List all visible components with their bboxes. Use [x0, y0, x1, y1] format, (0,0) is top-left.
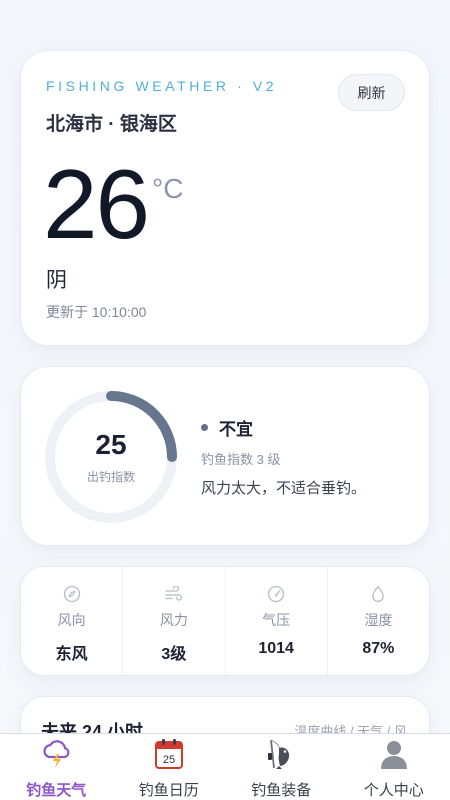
updated-time: 更新于 10:10:00: [46, 304, 147, 320]
refresh-button[interactable]: 刷新: [338, 74, 405, 111]
stat-value: 东风: [55, 646, 88, 663]
tab-fishing-weather[interactable]: 钓鱼天气: [0, 734, 113, 800]
fishing-index-value: 25: [95, 429, 127, 460]
calendar-icon: 25: [154, 738, 184, 770]
fishing-index-level: 钓鱼指数 3 级: [201, 452, 281, 467]
wind-icon: [164, 584, 184, 604]
verdict-dot: [201, 424, 208, 431]
weather-condition: 阴: [46, 269, 67, 292]
tab-fishing-gear[interactable]: 钓鱼装备: [225, 734, 338, 800]
fishing-index-label: 出钓指数: [86, 470, 135, 484]
user-icon: [379, 738, 409, 770]
stat-value: 1014: [258, 640, 294, 657]
verdict: 不宜: [201, 415, 253, 440]
app-tag: FISHING WEATHER · V2: [46, 78, 278, 94]
stat-label: 气压: [262, 612, 291, 628]
stat-humidity: 湿度 87%: [328, 567, 429, 675]
stat-label: 风向: [57, 612, 86, 628]
calendar-day-number: 25: [163, 754, 175, 766]
stat-wind-direction: 风向 东风: [21, 567, 124, 675]
tab-personal-center[interactable]: 个人中心: [338, 734, 450, 800]
bottom-tab-bar: 钓鱼天气 25 钓鱼日历 钓鱼装备 个人中心: [0, 733, 450, 800]
stat-label: 湿度: [364, 612, 393, 628]
stat-pressure: 气压 1014: [226, 567, 328, 675]
temperature-unit: °C: [152, 173, 184, 204]
fishing-index-description: 风力太大，不适合垂钓。: [201, 480, 367, 497]
fishing-gear-icon: [265, 738, 297, 770]
app-screen: FISHING WEATHER · V2 刷新 北海市 · 银海区 26 °C …: [0, 0, 450, 800]
fishing-index-card: 25 出钓指数 不宜 钓鱼指数 3 级 风力太大，不适合垂钓。: [20, 366, 430, 546]
stat-value: 3级: [161, 646, 187, 663]
current-weather-card: FISHING WEATHER · V2 刷新 北海市 · 银海区 26 °C …: [20, 50, 430, 346]
gauge-icon: [267, 584, 285, 604]
tab-label: 钓鱼日历: [138, 782, 199, 799]
stat-wind-force: 风力 3级: [123, 567, 226, 675]
temperature-value: 26: [43, 149, 150, 259]
verdict-text: 不宜: [219, 420, 253, 439]
tab-label: 个人中心: [363, 782, 424, 799]
compass-icon: [63, 584, 81, 604]
location-label: 北海市 · 银海区: [46, 114, 177, 135]
tab-fishing-calendar[interactable]: 25 钓鱼日历: [113, 734, 226, 800]
stat-value: 87%: [362, 640, 395, 657]
tab-label: 钓鱼装备: [251, 782, 312, 799]
weather-stats-card: 风向 东风 风力 3级 气压 1014 湿度 87%: [20, 566, 430, 676]
tab-label: 钓鱼天气: [26, 782, 87, 799]
droplet-icon: [371, 584, 385, 604]
cloud-lightning-icon: [40, 738, 72, 770]
stat-label: 风力: [159, 612, 188, 628]
